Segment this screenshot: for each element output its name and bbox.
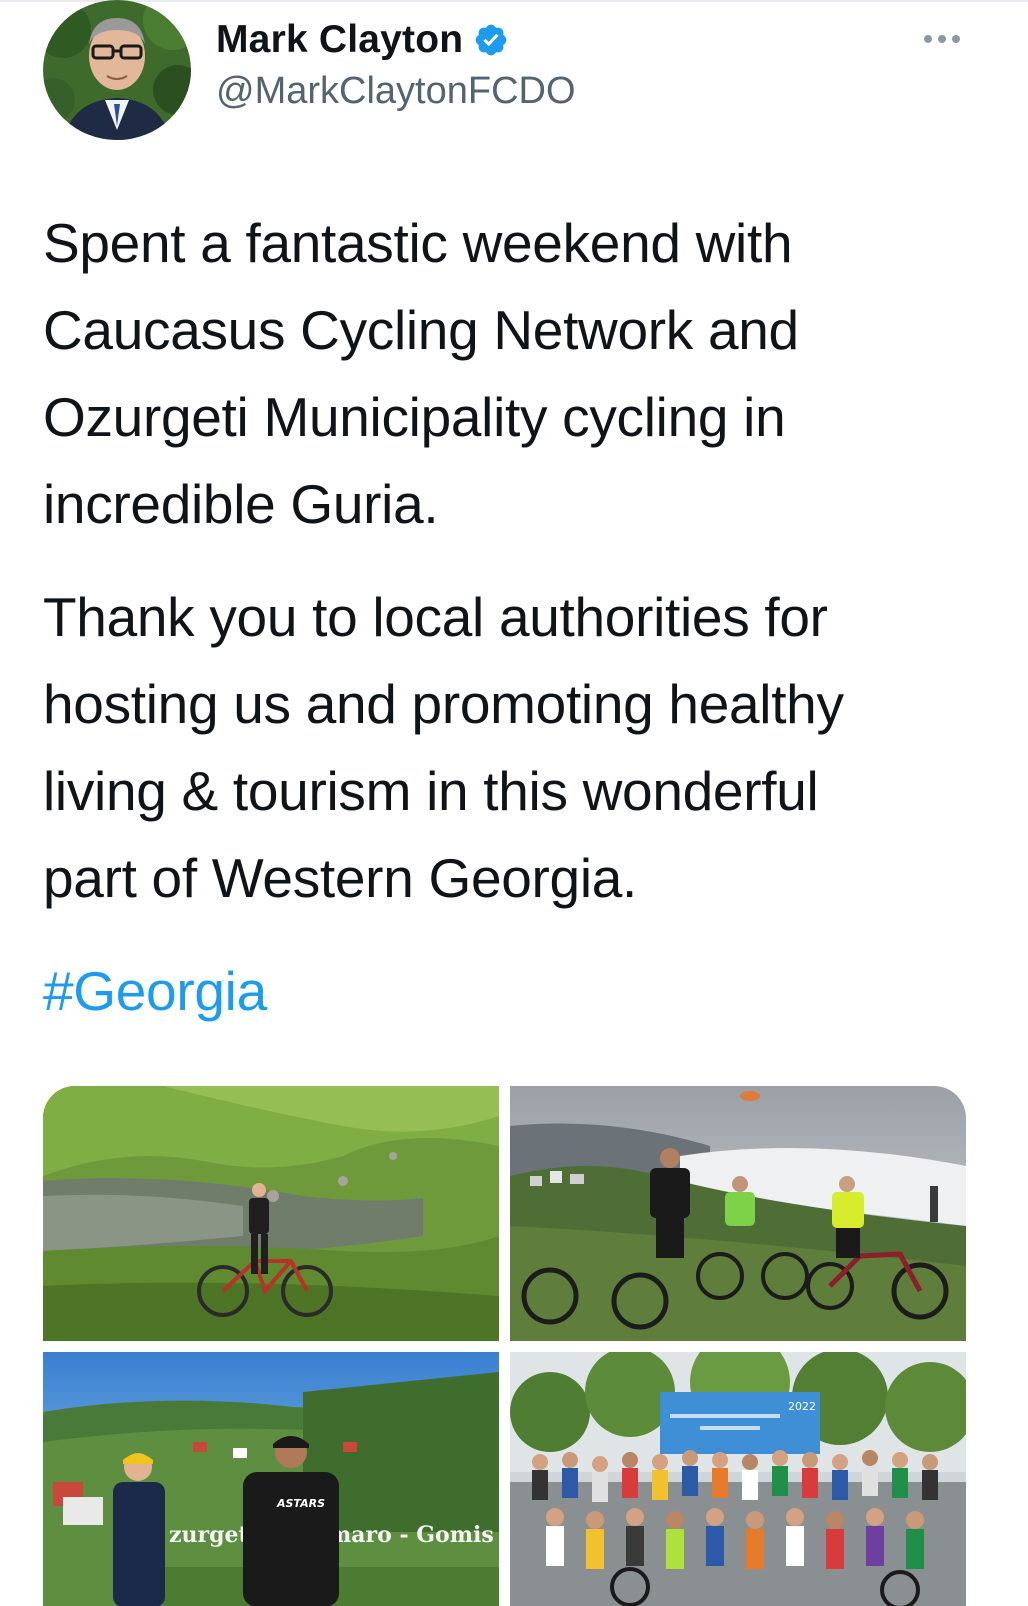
- more-options-button[interactable]: [918, 24, 966, 54]
- media-photo-4[interactable]: 2022: [510, 1352, 966, 1606]
- top-divider: [0, 0, 1028, 2]
- more-options-icon: [924, 35, 960, 43]
- author-display-name[interactable]: Mark Clayton: [216, 18, 463, 62]
- author-handle[interactable]: @MarkClaytonFCDO: [216, 70, 576, 113]
- profile-photo-icon: [43, 0, 191, 140]
- banner-sign-right: maro - Gomis: [328, 1522, 494, 1548]
- lake-photo-image: [43, 1086, 499, 1341]
- clouds-photo-image: [510, 1086, 966, 1341]
- avatar[interactable]: [43, 0, 191, 140]
- tweet-paragraph-1: Spent a fantastic weekend with Caucasus …: [43, 212, 799, 535]
- group-photo-image: 2022: [510, 1352, 966, 1606]
- media-grid: zurget maro - Gomis ASTARS 2022: [43, 1086, 966, 1606]
- tweet-body: Spent a fantastic weekend with Caucasus …: [43, 200, 983, 1035]
- tweet-paragraph-2: Thank you to local authorities for hosti…: [43, 586, 844, 909]
- media-photo-3[interactable]: zurget maro - Gomis ASTARS: [43, 1352, 499, 1606]
- media-photo-1[interactable]: [43, 1086, 499, 1341]
- hashtag-link[interactable]: #Georgia: [43, 948, 983, 1035]
- jersey-text: ASTARS: [276, 1497, 325, 1510]
- speakers-photo-image: zurget maro - Gomis ASTARS: [43, 1352, 499, 1606]
- verified-badge-icon: [473, 22, 509, 58]
- author-name-row[interactable]: Mark Clayton: [216, 14, 509, 66]
- media-photo-2[interactable]: [510, 1086, 966, 1341]
- banner-sign-left: zurget: [169, 1522, 249, 1548]
- group-banner-text: 2022: [788, 1400, 816, 1413]
